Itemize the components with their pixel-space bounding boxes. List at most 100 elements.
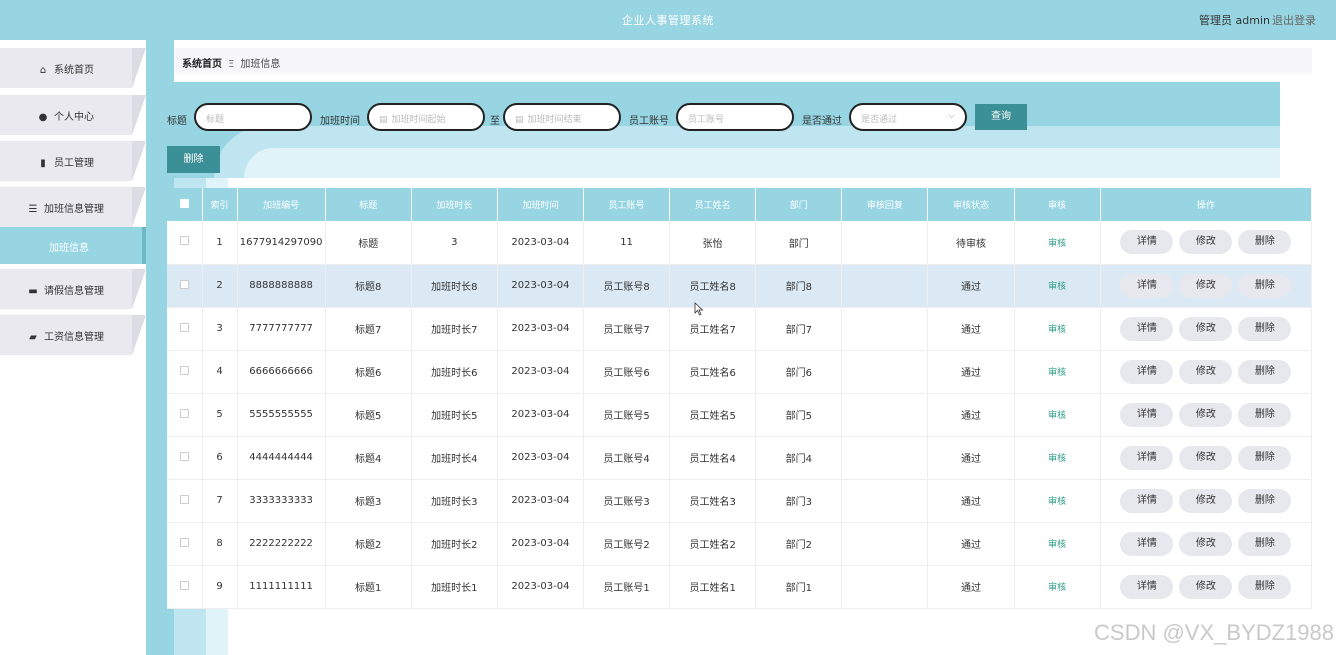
logout-link[interactable]: 退出登录 — [1272, 12, 1316, 28]
delete-button[interactable]: 删除 — [1238, 531, 1292, 556]
select-all-checkbox[interactable] — [179, 198, 189, 208]
row-select-cell[interactable] — [167, 565, 203, 609]
cell-title: 标题7 — [325, 307, 412, 351]
briefcase-icon: ▰ — [29, 332, 37, 343]
sidebar-item-label: 系统首页 — [54, 65, 94, 76]
row-select-cell[interactable] — [167, 221, 203, 265]
delete-button[interactable]: 删除 — [1238, 488, 1292, 513]
cell-no: 5555555555 — [237, 393, 326, 437]
row-checkbox[interactable] — [179, 537, 189, 547]
data-table: 索引 加班编号 标题 加班时长 加班时间 员工账号 员工姓名 部门 审核回复 审… — [167, 188, 1313, 609]
cell-reply — [841, 350, 929, 394]
delete-button[interactable]: 删除 — [1238, 359, 1292, 384]
edit-button[interactable]: 修改 — [1179, 359, 1233, 384]
cell-duration: 加班时长7 — [411, 307, 498, 351]
table-row: 6 4444444444 标题4 加班时长4 2023-03-04 员工账号4 员工姓名4 部… — [167, 436, 1313, 480]
edit-button[interactable]: 修改 — [1179, 445, 1233, 470]
cell-dept: 部门1 — [755, 565, 843, 609]
audit-link[interactable]: 审核 — [1014, 522, 1101, 566]
cell-status: 通过 — [927, 350, 1015, 394]
audit-link[interactable]: 审核 — [1014, 436, 1101, 480]
cell-dept: 部门4 — [755, 436, 843, 480]
delete-button[interactable]: 删除 — [1238, 316, 1292, 341]
sidebar: ⌂ 系统首页 ● 个人中心 ▮ 员工管理 ☰ 加班信息管理 加班信息 ▬ 请假信息管理 ▰… — [0, 40, 146, 655]
cell-dept: 部门 — [755, 221, 843, 265]
sidebar-item-leave[interactable]: ▬ 请假信息管理 — [0, 269, 146, 309]
row-select-cell[interactable] — [167, 479, 203, 523]
audit-link[interactable]: 审核 — [1014, 479, 1101, 523]
detail-button[interactable]: 详情 — [1120, 531, 1174, 556]
detail-button[interactable]: 详情 — [1120, 273, 1174, 298]
sidebar-item-overtime[interactable]: ☰ 加班信息管理 — [0, 187, 146, 227]
batch-delete-button[interactable]: 删除 — [167, 146, 220, 173]
pass-select[interactable]: 是否通过 ⌵ — [849, 103, 967, 131]
sidebar-item-home[interactable]: ⌂ 系统首页 — [0, 48, 146, 88]
detail-button[interactable]: 详情 — [1120, 359, 1174, 384]
sidebar-item-profile[interactable]: ● 个人中心 — [0, 95, 146, 135]
cell-status: 通过 — [927, 436, 1015, 480]
row-select-cell[interactable] — [167, 350, 203, 394]
row-checkbox[interactable] — [179, 322, 189, 332]
edit-button[interactable]: 修改 — [1179, 316, 1233, 341]
delete-button[interactable]: 删除 — [1238, 230, 1292, 255]
table-header: 索引 加班编号 标题 加班时长 加班时间 员工账号 员工姓名 部门 审核回复 审… — [167, 188, 1313, 221]
detail-button[interactable]: 详情 — [1120, 402, 1174, 427]
table-row: 4 6666666666 标题6 加班时长6 2023-03-04 员工账号6 员工姓名6 部… — [167, 350, 1313, 394]
row-select-cell[interactable] — [167, 393, 203, 437]
column-header: 部门 — [755, 188, 843, 221]
start-date-input[interactable]: ▤ 加班时间起始 — [367, 103, 485, 131]
detail-button[interactable]: 详情 — [1120, 230, 1174, 255]
row-select-cell[interactable] — [167, 436, 203, 480]
home-icon: ⌂ — [39, 65, 47, 76]
edit-button[interactable]: 修改 — [1179, 531, 1233, 556]
delete-button[interactable]: 删除 — [1238, 273, 1292, 298]
row-checkbox[interactable] — [179, 494, 189, 504]
detail-button[interactable]: 详情 — [1120, 445, 1174, 470]
select-all-cell[interactable] — [167, 188, 203, 221]
delete-button[interactable]: 删除 — [1238, 402, 1292, 427]
row-select-cell[interactable] — [167, 522, 203, 566]
edit-button[interactable]: 修改 — [1179, 273, 1233, 298]
cell-time: 2023-03-04 — [497, 479, 585, 523]
table-row: 7 3333333333 标题3 加班时长3 2023-03-04 员工账号3 员工姓名3 部… — [167, 479, 1313, 523]
sidebar-item-salary[interactable]: ▰ 工资信息管理 — [0, 315, 146, 355]
sidebar-subitem-overtime-info[interactable]: 加班信息 — [0, 227, 146, 264]
edit-button[interactable]: 修改 — [1179, 574, 1233, 599]
breadcrumb-home[interactable]: 系统首页 — [182, 59, 222, 70]
audit-link[interactable]: 审核 — [1014, 264, 1101, 308]
end-date-input[interactable]: ▤ 加班时间结束 — [503, 103, 621, 131]
audit-link[interactable]: 审核 — [1014, 221, 1101, 265]
column-header: 员工账号 — [583, 188, 671, 221]
detail-button[interactable]: 详情 — [1120, 488, 1174, 513]
edit-button[interactable]: 修改 — [1179, 488, 1233, 513]
row-checkbox[interactable] — [179, 279, 189, 289]
row-select-cell[interactable] — [167, 307, 203, 351]
search-button[interactable]: 查询 — [975, 104, 1027, 130]
audit-link[interactable]: 审核 — [1014, 307, 1101, 351]
sidebar-item-employees[interactable]: ▮ 员工管理 — [0, 141, 146, 181]
row-checkbox[interactable] — [179, 451, 189, 461]
audit-link[interactable]: 审核 — [1014, 350, 1101, 394]
title-input[interactable]: 标题 — [194, 103, 312, 131]
account-input[interactable]: 员工账号 — [676, 103, 794, 131]
current-user: 管理员 admin — [1199, 14, 1270, 27]
row-checkbox[interactable] — [179, 408, 189, 418]
cell-duration: 加班时长8 — [411, 264, 498, 308]
cell-title: 标题5 — [325, 393, 412, 437]
audit-link[interactable]: 审核 — [1014, 565, 1101, 609]
edit-button[interactable]: 修改 — [1179, 402, 1233, 427]
audit-link[interactable]: 审核 — [1014, 393, 1101, 437]
cell-actions: 详情 修改 删除 — [1100, 307, 1313, 351]
row-checkbox[interactable] — [179, 365, 189, 375]
cell-status: 通过 — [927, 479, 1015, 523]
edit-button[interactable]: 修改 — [1179, 230, 1233, 255]
detail-button[interactable]: 详情 — [1120, 574, 1174, 599]
row-select-cell[interactable] — [167, 264, 203, 308]
row-checkbox[interactable] — [179, 236, 189, 246]
column-header: 操作 — [1100, 188, 1313, 221]
cell-no: 8888888888 — [237, 264, 326, 308]
detail-button[interactable]: 详情 — [1120, 316, 1174, 341]
row-checkbox[interactable] — [179, 580, 189, 590]
delete-button[interactable]: 删除 — [1238, 445, 1292, 470]
delete-button[interactable]: 删除 — [1238, 574, 1292, 599]
